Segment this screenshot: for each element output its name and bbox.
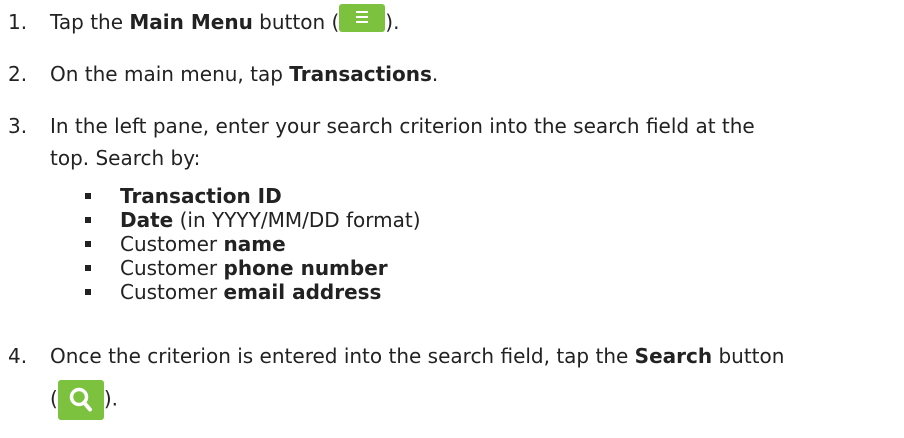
list-item: Customer phone number	[80, 256, 421, 280]
bullet-icon	[85, 193, 91, 199]
step-number: 2.	[8, 62, 28, 86]
step-text-line-1: In the left pane, enter your search crit…	[50, 114, 755, 138]
search-icon	[69, 387, 92, 412]
step-number: 1.	[8, 10, 28, 34]
bullet-icon	[85, 217, 91, 223]
step-number: 3.	[8, 114, 28, 138]
step-text-line-1: Once the criterion is entered into the s…	[50, 344, 785, 368]
step-text-before: Tap the	[50, 10, 130, 34]
bullet-icon	[85, 241, 91, 247]
step-text-line-2: ().	[50, 380, 890, 420]
menu-icon	[356, 10, 369, 23]
list-item: Date (in YYYY/MM/DD format)	[80, 208, 421, 232]
step-number: 4.	[8, 344, 28, 368]
list-item: Customer name	[80, 232, 421, 256]
step-text: Tap the Main Menu button ().	[50, 3, 890, 38]
list-item: Customer email address	[80, 280, 421, 304]
list-item: Transaction ID	[80, 184, 421, 208]
step-text-middle: button (	[252, 10, 340, 34]
bullet-icon	[85, 289, 91, 295]
search-button-image	[57, 380, 104, 420]
step-text-before: On the main menu, tap	[50, 62, 290, 86]
search-label: Search	[634, 344, 713, 368]
step-text: On the main menu, tap Transactions.	[50, 58, 890, 90]
transactions-label: Transactions	[289, 62, 432, 86]
step-text-after: ).	[385, 10, 400, 34]
main-menu-button-image	[339, 3, 386, 32]
step-text-line-2: top. Search by:	[50, 146, 201, 170]
main-menu-label: Main Menu	[129, 10, 253, 34]
search-criteria-list: Transaction ID Date (in YYYY/MM/DD forma…	[80, 184, 421, 304]
step-text-after: .	[431, 62, 439, 86]
bullet-icon	[85, 265, 91, 271]
